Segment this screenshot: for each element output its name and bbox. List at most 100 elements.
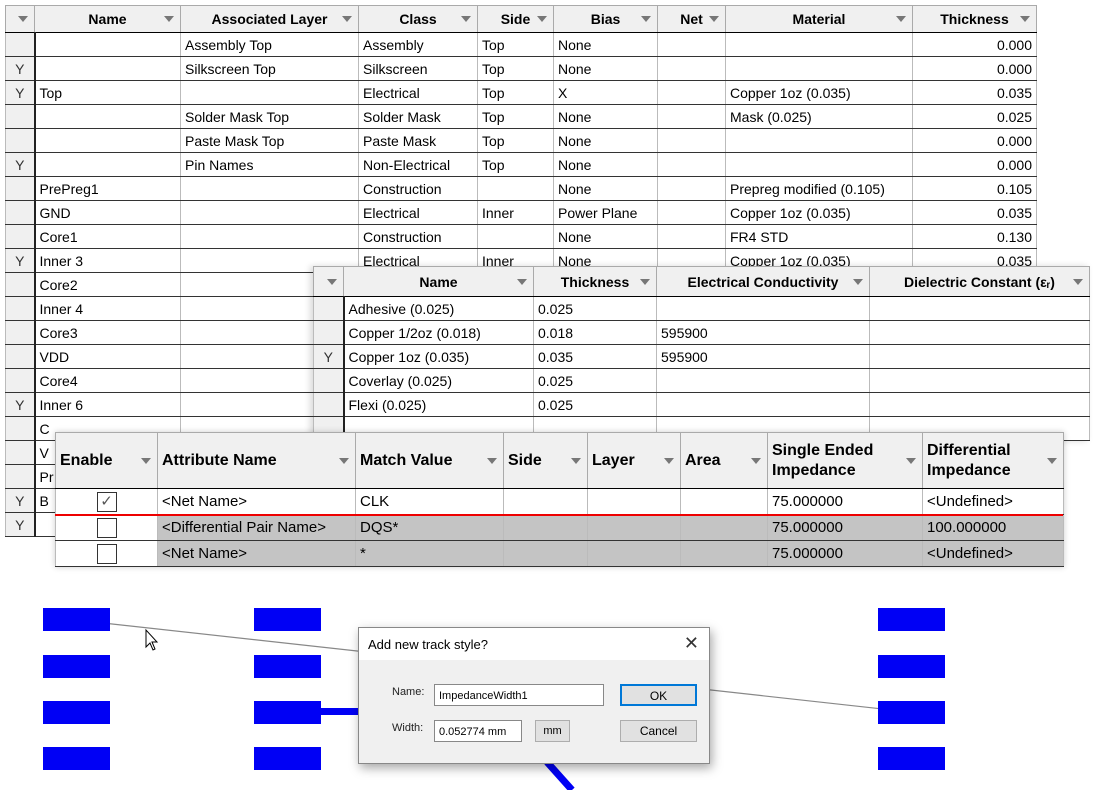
filter-dropdown-icon[interactable] [896, 16, 906, 22]
filter-dropdown-icon[interactable] [1020, 16, 1030, 22]
enable-checkbox[interactable] [96, 517, 117, 538]
column-header-3[interactable]: Dielectric Constant (εᵣ) [869, 266, 1090, 297]
name-input[interactable]: ImpedanceWidth1 [434, 684, 604, 706]
column-header-layer[interactable]: Layer [587, 432, 681, 489]
column-header-net[interactable]: Net [657, 5, 726, 33]
column-header-0[interactable]: Name [343, 266, 534, 297]
pad[interactable] [43, 608, 110, 631]
filter-dropdown-icon[interactable] [751, 457, 761, 464]
cell-side: Inner [477, 200, 554, 225]
table-row[interactable]: PrePreg1 Construction None Prepreg modified… [5, 176, 1037, 201]
column-header-class[interactable]: Class [358, 5, 478, 33]
cell-side: Top [477, 128, 554, 153]
filter-dropdown-icon[interactable] [537, 16, 547, 22]
cell-empty [587, 514, 681, 541]
table-row[interactable]: Adhesive (0.025) 0.025 [313, 296, 1090, 321]
table-row[interactable]: Solder Mask Top Solder Mask Top None Mask (0… [5, 104, 1037, 129]
cell-class: Electrical [358, 80, 478, 105]
width-input[interactable]: 0.052774 mm [434, 720, 522, 742]
filter-dropdown-icon[interactable] [1047, 457, 1057, 464]
column-header-match-value[interactable]: Match Value [355, 432, 504, 489]
pad[interactable] [43, 747, 110, 770]
cell-bias: None [553, 152, 658, 177]
column-header-area[interactable]: Area [680, 432, 768, 489]
column-header-side[interactable]: Side [503, 432, 588, 489]
filter-dropdown-icon[interactable] [906, 457, 916, 464]
pad[interactable] [878, 747, 945, 770]
column-header-1[interactable]: Thickness [533, 266, 657, 297]
pad[interactable] [254, 747, 321, 770]
row-visibility-flag [5, 416, 36, 441]
table-row[interactable]: Assembly Top Assembly Top None 0.000 [5, 32, 1037, 57]
filter-dropdown-icon[interactable] [641, 16, 651, 22]
row-selector-header[interactable] [5, 5, 35, 33]
table-row[interactable]: Y Silkscreen Top Silkscreen Top None 0.000 [5, 56, 1037, 81]
pad[interactable] [43, 655, 110, 678]
rule-row[interactable]: <Net Name> * 75.000000 <Undefined> [55, 540, 1064, 567]
table-row[interactable]: Paste Mask Top Paste Mask Top None 0.000 [5, 128, 1037, 153]
column-header-2[interactable]: Electrical Conductivity [656, 266, 870, 297]
cell-thickness: 0.035 [912, 200, 1037, 225]
filter-dropdown-icon[interactable] [342, 16, 352, 22]
column-header-single-ended-impedance[interactable]: Single Ended Impedance [767, 432, 923, 489]
filter-dropdown-icon[interactable] [164, 16, 174, 22]
filter-dropdown-icon[interactable] [640, 278, 650, 285]
column-header-differential-impedance[interactable]: Differential Impedance [922, 432, 1064, 489]
cell-name: Core2 [34, 272, 181, 297]
pad[interactable] [878, 608, 945, 631]
column-header-thickness[interactable]: Thickness [912, 5, 1037, 33]
column-header-associated-layer[interactable]: Associated Layer [180, 5, 359, 33]
filter-dropdown-icon[interactable] [853, 278, 863, 285]
pad[interactable] [878, 701, 945, 724]
filter-dropdown-icon[interactable] [339, 457, 349, 464]
cell-name: Coverlay (0.025) [343, 368, 534, 393]
filter-dropdown-icon[interactable] [664, 457, 674, 464]
close-icon[interactable]: ✕ [684, 633, 699, 654]
table-row[interactable]: Flexi (0.025) 0.025 [313, 392, 1090, 417]
column-header-name[interactable]: Name [34, 5, 181, 33]
table-row[interactable]: Y Copper 1oz (0.035) 0.035 595900 [313, 344, 1090, 369]
pad[interactable] [878, 655, 945, 678]
dialog-title: Add new track style? [368, 637, 488, 652]
cell-assoc [180, 200, 359, 225]
enable-checkbox[interactable] [96, 543, 117, 564]
filter-dropdown-icon[interactable] [141, 457, 151, 464]
cancel-button[interactable]: Cancel [620, 720, 697, 742]
table-row[interactable]: Y Pin Names Non-Electrical Top None 0.000 [5, 152, 1037, 177]
table-row[interactable]: Core1 Construction None FR4 STD 0.130 [5, 224, 1037, 249]
cell-ec: 595900 [656, 344, 870, 369]
units-button[interactable]: mm [535, 720, 570, 742]
add-track-style-dialog: Add new track style? ✕ Name: ImpedanceWi… [358, 627, 710, 764]
ok-button[interactable]: OK [620, 684, 697, 706]
cell-name: Copper 1/2oz (0.018) [343, 320, 534, 345]
cell-assoc: Assembly Top [180, 32, 359, 57]
pad[interactable] [254, 655, 321, 678]
table-row[interactable]: Coverlay (0.025) 0.025 [313, 368, 1090, 393]
column-header-enable[interactable]: Enable [55, 432, 158, 489]
filter-dropdown-icon[interactable] [709, 16, 719, 22]
column-header-material[interactable]: Material [725, 5, 913, 33]
filter-dropdown-icon[interactable] [517, 278, 527, 285]
column-header-attribute-name[interactable]: Attribute Name [157, 432, 356, 489]
cell-name: Core4 [34, 368, 181, 393]
pad[interactable] [254, 608, 321, 631]
filter-dropdown-icon[interactable] [18, 16, 28, 22]
enable-checkbox[interactable]: ✓ [96, 491, 117, 512]
filter-dropdown-icon[interactable] [571, 457, 581, 464]
column-header-bias[interactable]: Bias [553, 5, 658, 33]
row-selector-header[interactable] [313, 266, 344, 297]
cell-empty [680, 540, 768, 567]
table-row[interactable]: GND Electrical Inner Power Plane Copper 1oz … [5, 200, 1037, 225]
filter-dropdown-icon[interactable] [487, 457, 497, 464]
pad[interactable] [254, 701, 321, 724]
filter-dropdown-icon[interactable] [327, 278, 337, 285]
filter-dropdown-icon[interactable] [1073, 278, 1083, 285]
table-row[interactable]: Copper 1/2oz (0.018) 0.018 595900 [313, 320, 1090, 345]
row-visibility-flag [5, 320, 36, 345]
filter-dropdown-icon[interactable] [461, 16, 471, 22]
table-row[interactable]: Y Top Electrical Top X Copper 1oz (0.035) 0.03… [5, 80, 1037, 105]
column-header-side[interactable]: Side [477, 5, 554, 33]
rule-row[interactable]: <Differential Pair Name> DQS* 75.000000 100… [55, 514, 1064, 541]
rule-row[interactable]: ✓ <Net Name> CLK 75.000000 <Undefined> [55, 488, 1064, 515]
pad[interactable] [43, 701, 110, 724]
